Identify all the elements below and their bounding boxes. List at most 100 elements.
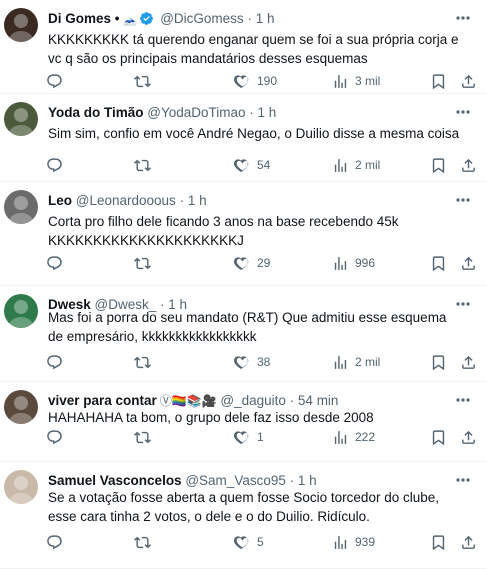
retweet-button[interactable] bbox=[134, 352, 157, 372]
bookmark-button[interactable] bbox=[430, 155, 447, 175]
tweet[interactable]: Di Gomes • 🗻 @DicGomess · 1 h KKKKKKKKK tá… bbox=[0, 0, 487, 94]
share-button[interactable] bbox=[460, 532, 477, 552]
display-name[interactable]: Di Gomes • bbox=[48, 11, 120, 26]
bookmark-icon bbox=[430, 534, 447, 551]
retweet-icon bbox=[134, 157, 151, 174]
user-handle[interactable]: @Leonardooous bbox=[76, 193, 176, 208]
reply-button[interactable] bbox=[46, 71, 69, 91]
user-handle[interactable]: @Sam_Vasco95 bbox=[185, 473, 286, 488]
like-button[interactable]: 5 bbox=[234, 532, 264, 552]
heart-icon bbox=[234, 73, 251, 90]
avatar[interactable] bbox=[4, 8, 38, 42]
separator-dot: · bbox=[285, 473, 298, 488]
likes-count: 54 bbox=[257, 158, 271, 172]
retweet-button[interactable] bbox=[134, 532, 157, 552]
tweet-text: Sim sim, confio em você André Negao, o D… bbox=[48, 126, 460, 141]
display-name[interactable]: Samuel Vasconcelos bbox=[48, 473, 182, 488]
reply-button[interactable] bbox=[46, 155, 69, 175]
likes-count: 5 bbox=[257, 535, 264, 549]
like-button[interactable]: 190 bbox=[234, 71, 277, 91]
reply-button[interactable] bbox=[46, 532, 69, 552]
share-button[interactable] bbox=[460, 71, 477, 91]
tweet[interactable]: Yoda do Timão @YodaDoTimao · 1 h Sim sim,… bbox=[0, 94, 487, 182]
retweet-icon bbox=[134, 354, 151, 371]
views-button[interactable]: 2 mil bbox=[332, 352, 380, 372]
tweet-actions: 1 222 bbox=[42, 427, 475, 447]
share-button[interactable] bbox=[460, 155, 477, 175]
name-emoji: Ⓥ🏳️‍🌈📚🎥 bbox=[159, 394, 217, 408]
more-options-icon[interactable] bbox=[455, 473, 471, 487]
like-button[interactable]: 38 bbox=[234, 352, 270, 372]
bookmark-button[interactable] bbox=[430, 71, 447, 91]
reply-button[interactable] bbox=[46, 253, 69, 273]
like-button[interactable]: 54 bbox=[234, 155, 270, 175]
share-button[interactable] bbox=[460, 253, 477, 273]
tweet-header: Yoda do Timão @YodaDoTimao · 1 h bbox=[48, 104, 453, 122]
more-options-icon[interactable] bbox=[455, 11, 471, 25]
reply-button[interactable] bbox=[46, 352, 69, 372]
bookmark-button[interactable] bbox=[430, 532, 447, 552]
timestamp[interactable]: 1 h bbox=[188, 193, 207, 208]
timestamp[interactable]: 54 min bbox=[298, 393, 339, 408]
reply-icon bbox=[46, 429, 63, 446]
tweet[interactable]: Dwesk @Dwesk_ · 1 h Mas foi a porra do se… bbox=[0, 286, 487, 382]
more-options-icon[interactable] bbox=[455, 105, 471, 119]
views-button[interactable]: 2 mil bbox=[332, 155, 380, 175]
views-button[interactable]: 222 bbox=[332, 427, 375, 447]
reply-button[interactable] bbox=[46, 427, 69, 447]
avatar[interactable] bbox=[4, 294, 38, 328]
reply-icon bbox=[46, 534, 63, 551]
share-button[interactable] bbox=[460, 427, 477, 447]
share-icon bbox=[460, 354, 477, 371]
bookmark-icon bbox=[430, 157, 447, 174]
verified-badge-icon bbox=[137, 11, 156, 26]
views-count: 2 mil bbox=[355, 158, 381, 172]
tweet-actions: 29 996 bbox=[42, 253, 475, 273]
tweet-text: Mas foi a porra do seu mandato (R&T) Que… bbox=[48, 310, 447, 344]
display-name[interactable]: viver para contar bbox=[48, 393, 157, 408]
timestamp[interactable]: 1 h bbox=[298, 473, 317, 488]
retweet-button[interactable] bbox=[134, 253, 157, 273]
likes-count: 190 bbox=[257, 74, 278, 88]
heart-icon bbox=[234, 429, 251, 446]
bar-chart-icon bbox=[332, 255, 349, 272]
share-icon bbox=[460, 157, 477, 174]
user-handle[interactable]: @_daguito bbox=[220, 393, 286, 408]
display-name[interactable]: Yoda do Timão bbox=[48, 105, 144, 120]
avatar[interactable] bbox=[4, 190, 38, 224]
heart-icon bbox=[234, 354, 251, 371]
user-handle[interactable]: @YodaDoTimao bbox=[147, 105, 245, 120]
separator-dot: · bbox=[243, 11, 256, 26]
bar-chart-icon bbox=[332, 157, 349, 174]
timestamp[interactable]: 1 h bbox=[258, 105, 277, 120]
retweet-button[interactable] bbox=[134, 427, 157, 447]
timestamp[interactable]: 1 h bbox=[256, 11, 275, 26]
views-button[interactable]: 939 bbox=[332, 532, 375, 552]
display-name[interactable]: Leo bbox=[48, 193, 72, 208]
like-button[interactable]: 1 bbox=[234, 427, 264, 447]
more-options-icon[interactable] bbox=[455, 393, 471, 407]
more-options-icon[interactable] bbox=[455, 193, 471, 207]
tweet[interactable]: Leo @Leonardooous · 1 h Corta pro filho d… bbox=[0, 182, 487, 286]
retweet-button[interactable] bbox=[134, 71, 157, 91]
avatar[interactable] bbox=[4, 390, 38, 424]
bookmark-button[interactable] bbox=[430, 352, 447, 372]
like-button[interactable]: 29 bbox=[234, 253, 270, 273]
avatar[interactable] bbox=[4, 102, 38, 136]
share-button[interactable] bbox=[460, 352, 477, 372]
user-handle[interactable]: @DicGomess bbox=[160, 11, 243, 26]
bookmark-button[interactable] bbox=[430, 427, 447, 447]
likes-count: 1 bbox=[257, 430, 264, 444]
bookmark-icon bbox=[430, 255, 447, 272]
avatar[interactable] bbox=[4, 470, 38, 504]
retweet-button[interactable] bbox=[134, 155, 157, 175]
bookmark-button[interactable] bbox=[430, 253, 447, 273]
share-icon bbox=[460, 534, 477, 551]
retweet-icon bbox=[134, 255, 151, 272]
tweet[interactable]: viver para contar Ⓥ🏳️‍🌈📚🎥 @_daguito · 54 … bbox=[0, 382, 487, 462]
heart-icon bbox=[234, 534, 251, 551]
views-button[interactable]: 996 bbox=[332, 253, 375, 273]
views-button[interactable]: 3 mil bbox=[332, 71, 380, 91]
views-count: 3 mil bbox=[355, 74, 381, 88]
tweet[interactable]: Samuel Vasconcelos @Sam_Vasco95 · 1 h Se … bbox=[0, 462, 487, 569]
